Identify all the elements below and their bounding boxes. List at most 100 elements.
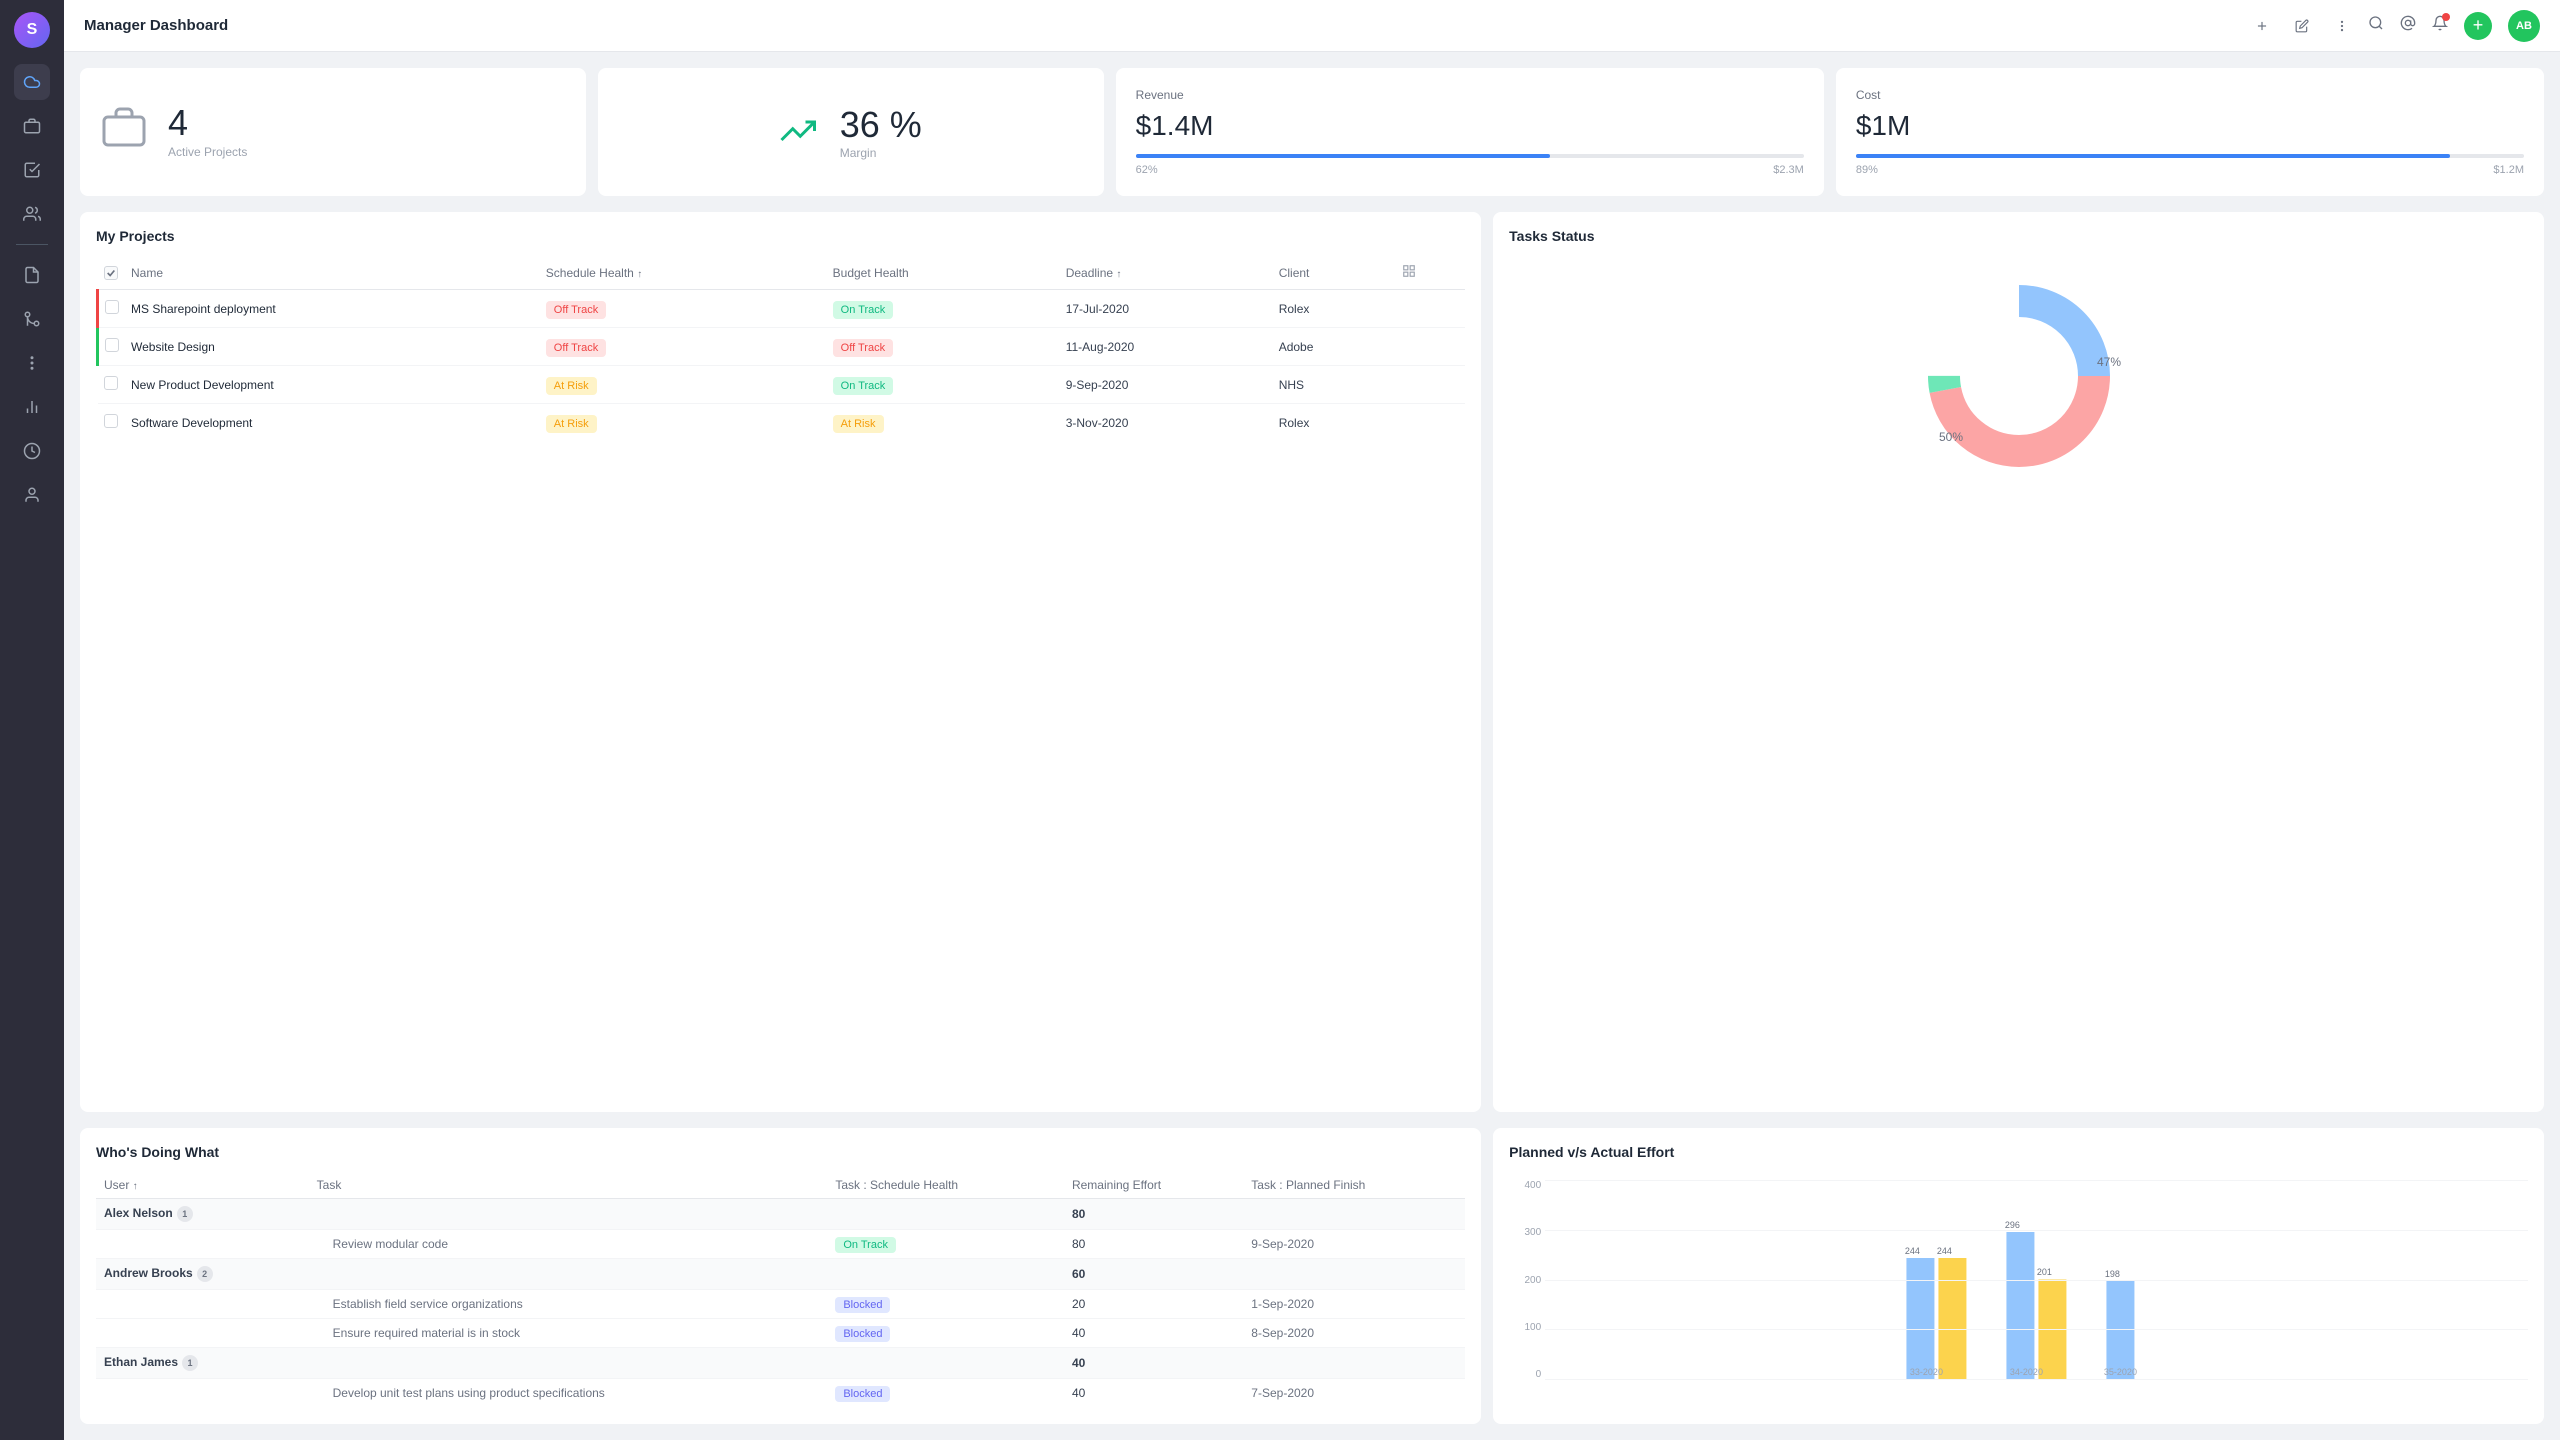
sidebar-icon-git[interactable] — [14, 301, 50, 337]
budget-badge: Off Track — [833, 339, 893, 357]
notification-dot — [2442, 13, 2450, 21]
wdw-group-row: Ethan James1 40 — [96, 1348, 1465, 1379]
svg-text:47%: 47% — [2097, 355, 2121, 369]
svg-text:50%: 50% — [1939, 430, 1963, 444]
row-checkbox[interactable] — [104, 376, 118, 390]
table-row: New Product Development At Risk On Track… — [98, 366, 1466, 404]
sidebar-icon-users[interactable] — [14, 196, 50, 232]
search-icon[interactable] — [2368, 15, 2384, 36]
add-tab-button[interactable] — [2248, 12, 2276, 40]
revenue-progress-bar — [1136, 154, 1804, 158]
bar-chart-area: 244 244 296 201 198 — [1545, 1180, 2528, 1380]
svg-text:296: 296 — [2005, 1220, 2020, 1230]
y-label-200: 200 — [1509, 1275, 1541, 1286]
more-options-button[interactable] — [2328, 12, 2356, 40]
row-checkbox[interactable] — [105, 338, 119, 352]
wdw-task-row: Ensure required material is in stock Blo… — [96, 1319, 1465, 1348]
margin-card: 36 % Margin — [598, 68, 1104, 196]
wdw-col-user: User ↑ — [96, 1172, 309, 1199]
y-label-400: 400 — [1509, 1180, 1541, 1191]
mention-icon[interactable] — [2400, 15, 2416, 36]
client: Adobe — [1273, 328, 1397, 366]
deadline: 3-Nov-2020 — [1060, 404, 1273, 442]
col-budget: Budget Health — [827, 256, 1060, 290]
project-name: Website Design — [125, 328, 540, 366]
svg-text:201: 201 — [2037, 1267, 2052, 1277]
cost-total: $1.2M — [2493, 164, 2524, 176]
wdw-col-effort: Remaining Effort — [1064, 1172, 1243, 1199]
bar-34-actual — [2039, 1280, 2067, 1381]
col-client: Client — [1273, 256, 1397, 290]
wdw-col-task: Task — [309, 1172, 828, 1199]
bar-33-planned — [1907, 1258, 1935, 1380]
kpi-cards-row: 4 Active Projects 36 % Margin Revenue $1… — [80, 68, 2544, 196]
deadline: 9-Sep-2020 — [1060, 366, 1273, 404]
planned-vs-actual-panel: Planned v/s Actual Effort 400 300 200 10… — [1493, 1128, 2544, 1424]
add-button[interactable]: + — [2464, 12, 2492, 40]
active-projects-info: 4 Active Projects — [168, 105, 247, 159]
wdw-col-health: Task : Schedule Health — [827, 1172, 1064, 1199]
sidebar-icon-cloud[interactable] — [14, 64, 50, 100]
y-label-0: 0 — [1509, 1369, 1541, 1380]
page-title: Manager Dashboard — [84, 17, 2236, 34]
table-row: Software Development At Risk At Risk 3-N… — [98, 404, 1466, 442]
cost-progress-fill — [1856, 154, 2451, 158]
sidebar-icon-clock[interactable] — [14, 433, 50, 469]
content-area: 4 Active Projects 36 % Margin Revenue $1… — [64, 52, 2560, 1440]
donut-chart-container: 47% 50% — [1509, 256, 2528, 496]
task-health-badge: Blocked — [835, 1297, 890, 1313]
edit-button[interactable] — [2288, 12, 2316, 40]
topbar-right: + AB — [2368, 10, 2540, 42]
bottom-grid: Who's Doing What User ↑ Task Task : Sche… — [80, 1128, 2544, 1424]
project-name: MS Sharepoint deployment — [125, 290, 540, 328]
task-health-badge: Blocked — [835, 1326, 890, 1342]
briefcase-icon — [100, 103, 148, 161]
svg-text:198: 198 — [2105, 1269, 2120, 1279]
donut-chart: 47% 50% — [1909, 266, 2129, 486]
sidebar-icon-check[interactable] — [14, 152, 50, 188]
active-projects-label: Active Projects — [168, 145, 247, 159]
tasks-status-panel: Tasks Status 47% 50% — [1493, 212, 2544, 1112]
svg-text:244: 244 — [1937, 1246, 1952, 1256]
revenue-percent: 62% — [1136, 164, 1158, 176]
sidebar-divider — [16, 244, 48, 245]
svg-text:244: 244 — [1905, 1246, 1920, 1256]
client: NHS — [1273, 366, 1397, 404]
bar-33-actual — [1939, 1258, 1967, 1380]
project-name: Software Development — [125, 404, 540, 442]
sidebar-icon-person[interactable] — [14, 477, 50, 513]
y-label-100: 100 — [1509, 1322, 1541, 1333]
cost-card: Cost $1M 89% $1.2M — [1836, 68, 2544, 196]
cost-title: Cost — [1856, 88, 2524, 102]
sidebar-icon-more[interactable] — [14, 345, 50, 381]
sidebar-icon-doc[interactable] — [14, 257, 50, 293]
whos-doing-what-panel: Who's Doing What User ↑ Task Task : Sche… — [80, 1128, 1481, 1424]
row-checkbox[interactable] — [105, 300, 119, 314]
sidebar-logo[interactable]: S — [14, 12, 50, 48]
wdw-group-row: Andrew Brooks2 60 — [96, 1259, 1465, 1290]
col-options[interactable] — [1396, 256, 1465, 290]
wdw-group-row: Alex Nelson1 80 — [96, 1199, 1465, 1230]
user-avatar[interactable]: AB — [2508, 10, 2540, 42]
sidebar-icon-briefcase[interactable] — [14, 108, 50, 144]
table-row: MS Sharepoint deployment Off Track On Tr… — [98, 290, 1466, 328]
svg-text:34-2020: 34-2020 — [2010, 1367, 2043, 1377]
col-name: Name — [125, 256, 540, 290]
cost-percent: 89% — [1856, 164, 1878, 176]
margin-label: Margin — [840, 146, 922, 160]
cost-amount: $1M — [1856, 110, 2524, 142]
notification-bell-icon[interactable] — [2432, 15, 2448, 36]
wdw-table: User ↑ Task Task : Schedule Health Remai… — [96, 1172, 1465, 1407]
y-label-300: 300 — [1509, 1227, 1541, 1238]
revenue-progress-labels: 62% $2.3M — [1136, 164, 1804, 176]
svg-text:35-2020: 35-2020 — [2104, 1367, 2137, 1377]
topbar: Manager Dashboard + AB — [64, 0, 2560, 52]
wdw-col-finish: Task : Planned Finish — [1243, 1172, 1465, 1199]
wdw-task-row: Establish field service organizations Bl… — [96, 1290, 1465, 1319]
wdw-task-row: Review modular code On Track 80 9-Sep-20… — [96, 1230, 1465, 1259]
cost-progress-bar — [1856, 154, 2524, 158]
sidebar-icon-chart[interactable] — [14, 389, 50, 425]
revenue-card: Revenue $1.4M 62% $2.3M — [1116, 68, 1824, 196]
group-badge: 2 — [197, 1266, 213, 1282]
row-checkbox[interactable] — [104, 414, 118, 428]
